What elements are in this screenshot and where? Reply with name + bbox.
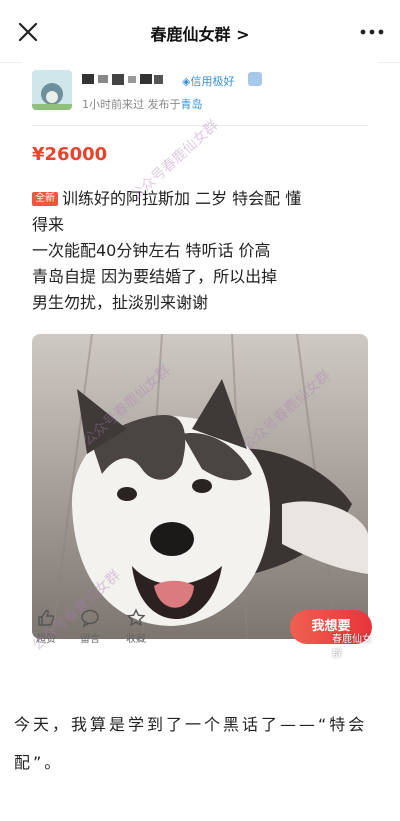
- desc-line: 得来: [32, 215, 65, 234]
- comment-label: 留言: [80, 634, 100, 645]
- favorite-label: 收藏: [126, 634, 146, 645]
- more-icon[interactable]: [358, 20, 386, 44]
- nav-bar: 春鹿仙女群 >: [0, 0, 400, 63]
- desc-text: 训练好的阿拉斯加 二岁 特会配 懂: [62, 189, 302, 208]
- desc-line: 男生勿扰，扯淡别来谢谢: [32, 293, 209, 312]
- comment-icon: [81, 609, 99, 628]
- desc-line: 一次能配40分钟左右 特听话 价高: [32, 241, 271, 260]
- price: ¥26000: [32, 144, 108, 165]
- seller-name-redacted: [82, 74, 163, 85]
- seller-avatar[interactable]: [32, 70, 72, 110]
- like-label: 超赞: [36, 634, 56, 645]
- chat-title[interactable]: 春鹿仙女群 >: [0, 21, 400, 45]
- desc-line: 全新 训练好的阿拉斯加 二岁 特会配 懂: [32, 186, 362, 212]
- divider: [32, 125, 368, 126]
- last-seen: 1小时前来过: [82, 98, 144, 111]
- dog-photo[interactable]: [32, 334, 368, 639]
- post-meta: 1小时前来过 发布于青岛: [82, 96, 203, 112]
- credit-badge: ◈信用极好: [182, 73, 234, 89]
- verify-icon: [248, 72, 262, 86]
- favorite-button[interactable]: 收藏: [118, 608, 154, 645]
- publish-label: 发布于: [147, 98, 181, 111]
- thumbs-up-icon: [38, 609, 55, 626]
- listing-card: ◈信用极好 1小时前来过 发布于青岛 ¥26000 全新 训练好的阿拉斯加 二岁 …: [22, 62, 378, 672]
- desc-line: 青岛自提 因为要结婚了，所以出掉: [32, 267, 278, 286]
- article-paragraph: 今天，我算是学到了一个黑话了——“特会配”。: [14, 715, 368, 772]
- like-button[interactable]: 超赞: [28, 608, 64, 645]
- watermark-corner: 春鹿仙女群: [332, 634, 372, 660]
- new-tag: 全新: [32, 192, 58, 206]
- location[interactable]: 青岛: [181, 98, 203, 111]
- comment-button[interactable]: 留言: [72, 608, 108, 645]
- star-icon: [126, 608, 146, 627]
- description: 全新 训练好的阿拉斯加 二岁 特会配 懂 得来 一次能配40分钟左右 特听话 价高…: [32, 186, 362, 316]
- credit-label: 信用极好: [190, 75, 235, 88]
